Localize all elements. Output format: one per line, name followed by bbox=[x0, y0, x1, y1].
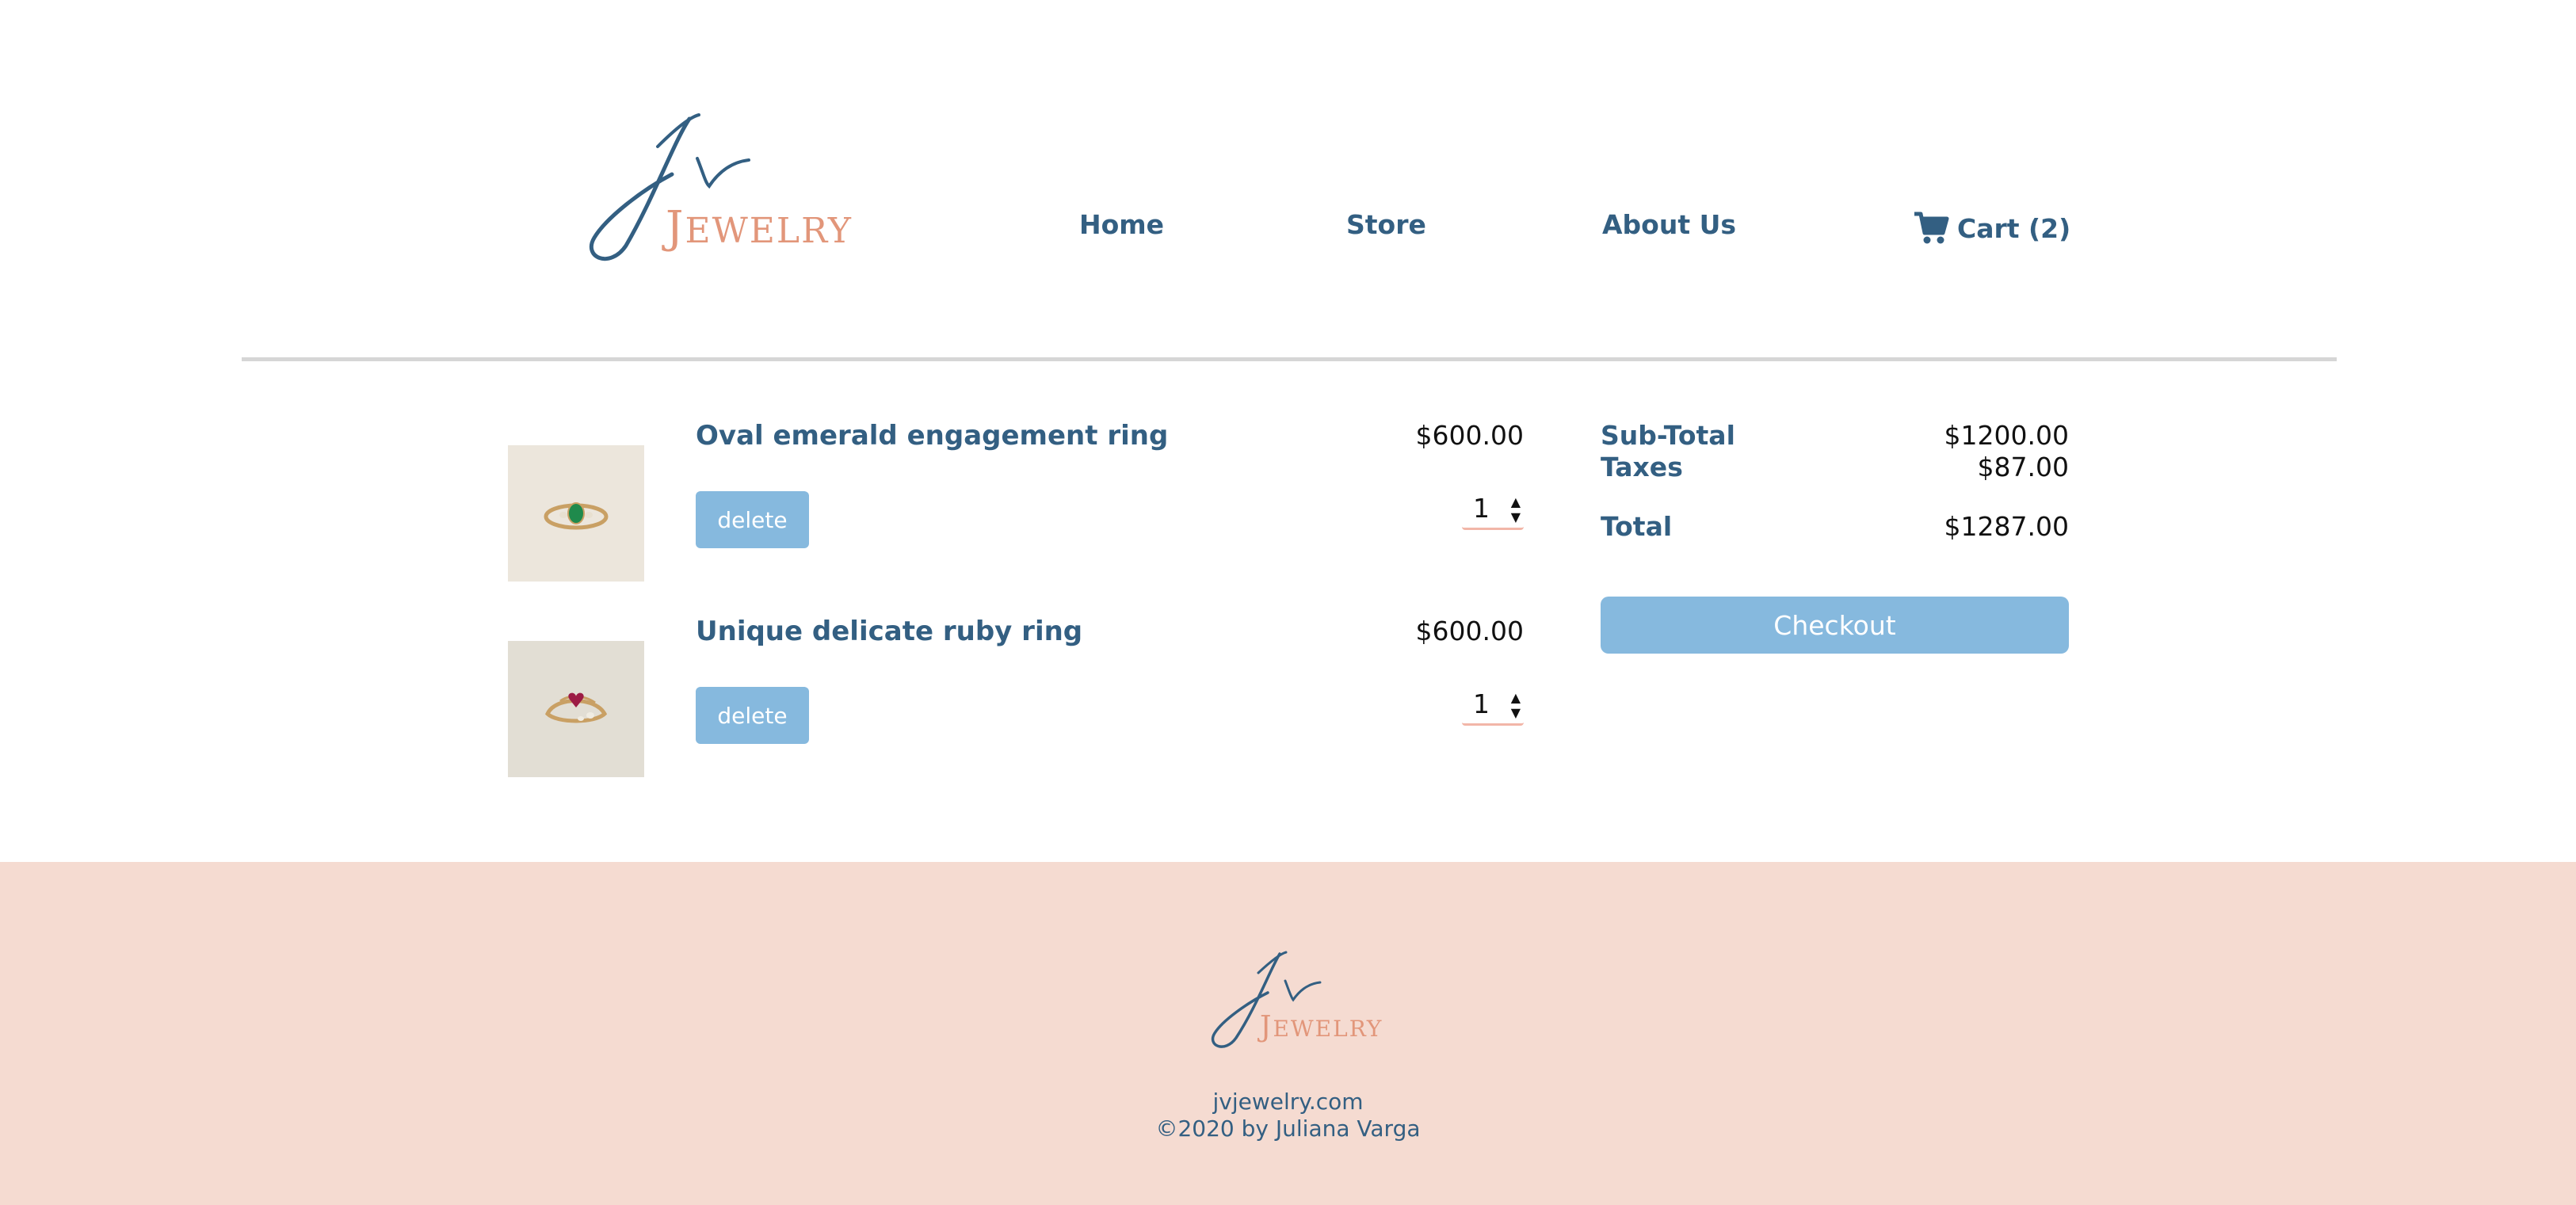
subtotal-value: $1200.00 bbox=[1944, 420, 2069, 451]
product-thumbnail bbox=[508, 445, 644, 582]
total-value: $1287.00 bbox=[1944, 511, 2069, 542]
footer-logo: JEWELRY bbox=[1204, 949, 1381, 1060]
header-divider bbox=[242, 357, 2337, 361]
checkout-button[interactable]: Checkout bbox=[1601, 597, 2069, 654]
quantity-stepper[interactable]: 1 ▲ ▼ bbox=[1462, 688, 1524, 726]
cart-icon bbox=[1913, 211, 1949, 246]
site-header: JEWELRY Home Store About Us Cart (2) bbox=[0, 0, 2576, 360]
quantity-value: 1 bbox=[1473, 493, 1490, 524]
logo-monogram-icon bbox=[1212, 951, 1322, 1048]
subtotal-label: Sub-Total bbox=[1601, 420, 1735, 451]
total-row: Total $1287.00 bbox=[1601, 511, 2069, 544]
nav-home-link[interactable]: Home bbox=[1079, 209, 1164, 240]
cart-item: Oval emerald engagement ring $600.00 del… bbox=[508, 420, 1524, 602]
nav-about-link[interactable]: About Us bbox=[1602, 209, 1736, 240]
product-thumbnail bbox=[508, 641, 644, 777]
order-summary: Sub-Total $1200.00 Taxes $87.00 Total $1… bbox=[1601, 420, 2069, 658]
nav-store-link[interactable]: Store bbox=[1346, 209, 1426, 240]
cart-item: Unique delicate ruby ring $600.00 delete… bbox=[508, 616, 1524, 798]
item-price: $600.00 bbox=[1415, 616, 1524, 646]
cart-label: Cart (2) bbox=[1957, 212, 2071, 244]
site-logo[interactable]: JEWELRY bbox=[578, 111, 851, 269]
site-footer: JEWELRY jvjewelry.com ©2020 by Juliana V… bbox=[0, 862, 2576, 1205]
taxes-label: Taxes bbox=[1601, 452, 1683, 482]
quantity-value: 1 bbox=[1473, 688, 1490, 719]
item-name[interactable]: Unique delicate ruby ring bbox=[696, 616, 1082, 647]
taxes-value: $87.00 bbox=[1977, 452, 2069, 482]
subtotal-row: Sub-Total $1200.00 bbox=[1601, 420, 2069, 453]
footer-copyright: ©2020 by Juliana Varga bbox=[1155, 1115, 1421, 1142]
stepper-arrows-icon[interactable]: ▲ ▼ bbox=[1511, 690, 1521, 720]
taxes-row: Taxes $87.00 bbox=[1601, 452, 2069, 485]
stepper-arrows-icon[interactable]: ▲ ▼ bbox=[1511, 494, 1521, 524]
footer-site-link[interactable]: jvjewelry.com bbox=[0, 1089, 2576, 1115]
nav-cart-link[interactable]: Cart (2) bbox=[1913, 211, 2070, 246]
quantity-stepper[interactable]: 1 ▲ ▼ bbox=[1462, 493, 1524, 530]
delete-button[interactable]: delete bbox=[696, 491, 809, 548]
total-label: Total bbox=[1601, 511, 1673, 542]
delete-button[interactable]: delete bbox=[696, 687, 809, 744]
logo-wordmark: JEWELRY bbox=[1260, 1011, 1383, 1043]
logo-wordmark: JEWELRY bbox=[666, 202, 853, 254]
item-price: $600.00 bbox=[1415, 420, 1524, 451]
item-name[interactable]: Oval emerald engagement ring bbox=[696, 420, 1168, 452]
